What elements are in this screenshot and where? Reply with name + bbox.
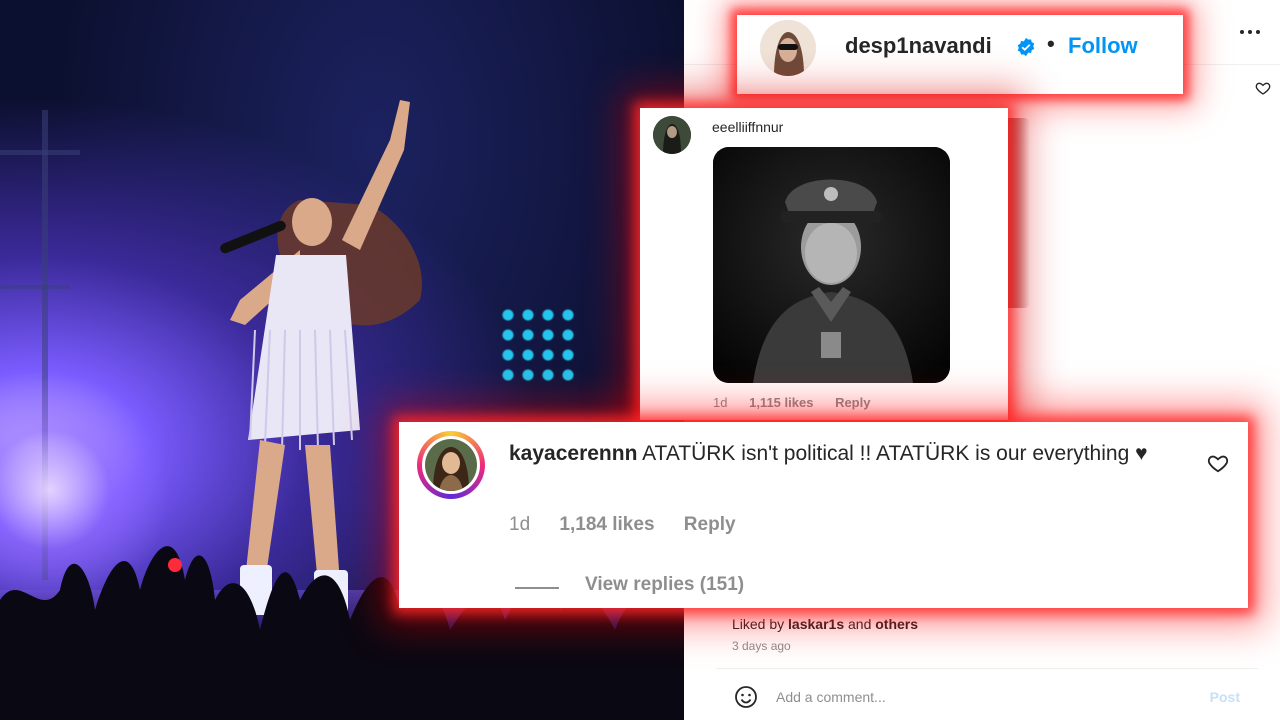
liked-user-link[interactable]: laskar1s bbox=[788, 616, 844, 632]
comment-time: 1d bbox=[509, 514, 531, 535]
comment-body: kayacerennn ATATÜRK isn't political !! A… bbox=[509, 438, 1159, 470]
avatar[interactable] bbox=[653, 116, 691, 154]
follow-button[interactable]: Follow bbox=[1068, 33, 1138, 59]
comment-input[interactable]: Add a comment... bbox=[776, 689, 886, 705]
photo-comment-card: eeelliiffnnur 1d 1,115 likes Reply bbox=[640, 108, 1008, 420]
comment-photo-portrait bbox=[713, 147, 950, 383]
verified-icon bbox=[1017, 37, 1035, 57]
comment-meta: 1d 1,115 likes Reply bbox=[713, 395, 888, 410]
view-replies-button[interactable]: View replies (151) bbox=[585, 574, 744, 596]
post-button[interactable]: Post bbox=[1210, 689, 1240, 705]
comment-bar: Add a comment... Post bbox=[716, 668, 1258, 721]
separator-dot: • bbox=[1047, 31, 1055, 56]
comment-time: 1d bbox=[713, 395, 728, 410]
liked-others-link[interactable]: others bbox=[875, 616, 918, 632]
post-header-card: desp1navandi • Follow bbox=[737, 15, 1183, 94]
comment-likes[interactable]: 1,184 likes bbox=[559, 514, 654, 535]
highlighted-comment-card: kayacerennn ATATÜRK isn't political !! A… bbox=[399, 422, 1248, 608]
reply-button[interactable]: Reply bbox=[684, 514, 736, 535]
comment-meta: 1d 1,184 likes Reply bbox=[509, 514, 760, 536]
more-icon[interactable] bbox=[1240, 30, 1262, 36]
smile-icon[interactable] bbox=[734, 685, 758, 709]
heart-icon[interactable] bbox=[1255, 80, 1271, 96]
liked-and: and bbox=[848, 616, 872, 632]
liked-prefix: Liked by bbox=[732, 616, 785, 632]
replies-divider bbox=[515, 587, 559, 589]
post-author-username[interactable]: desp1navandi bbox=[845, 33, 992, 59]
comment-text: ATATÜRK isn't political !! ATATÜRK is ou… bbox=[642, 442, 1148, 465]
liked-by-line: Liked by laskar1s and others bbox=[732, 616, 918, 632]
comment-username[interactable]: eeelliiffnnur bbox=[712, 119, 783, 135]
heart-icon[interactable] bbox=[1207, 452, 1229, 474]
avatar[interactable] bbox=[760, 20, 816, 76]
avatar[interactable] bbox=[422, 436, 480, 494]
concert-photo bbox=[0, 0, 684, 720]
reply-button[interactable]: Reply bbox=[835, 395, 870, 410]
comment-likes[interactable]: 1,115 likes bbox=[749, 395, 813, 410]
post-timestamp: 3 days ago bbox=[732, 639, 791, 653]
comment-username[interactable]: kayacerennn bbox=[509, 442, 637, 465]
